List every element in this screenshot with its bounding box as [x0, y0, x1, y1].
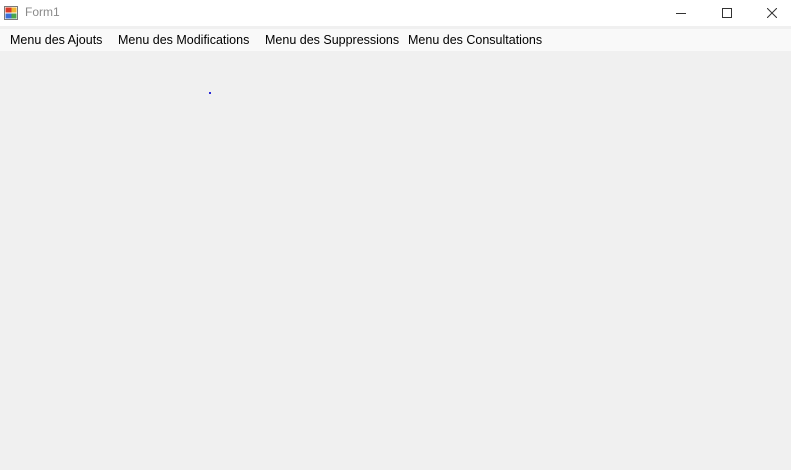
- menu-bar: Menu des Ajouts Menu des Modifications M…: [0, 29, 791, 51]
- close-button[interactable]: [749, 0, 791, 26]
- minimize-icon: [676, 13, 686, 14]
- winforms-app-icon: [4, 6, 18, 20]
- maximize-button[interactable]: [704, 0, 750, 26]
- form-window: Form1 Menu des Ajouts Menu des Modificat…: [0, 0, 791, 470]
- menu-ajouts[interactable]: Menu des Ajouts: [6, 29, 106, 51]
- marker-dot: [209, 92, 211, 94]
- menu-consultations[interactable]: Menu des Consultations: [404, 29, 546, 51]
- title-bar[interactable]: Form1: [0, 0, 791, 26]
- close-icon: [767, 8, 777, 18]
- window-title: Form1: [25, 5, 60, 19]
- form-client-area: [0, 51, 791, 470]
- maximize-icon: [722, 8, 732, 18]
- menu-suppressions[interactable]: Menu des Suppressions: [261, 29, 403, 51]
- menu-modifications[interactable]: Menu des Modifications: [114, 29, 253, 51]
- minimize-button[interactable]: [658, 0, 704, 26]
